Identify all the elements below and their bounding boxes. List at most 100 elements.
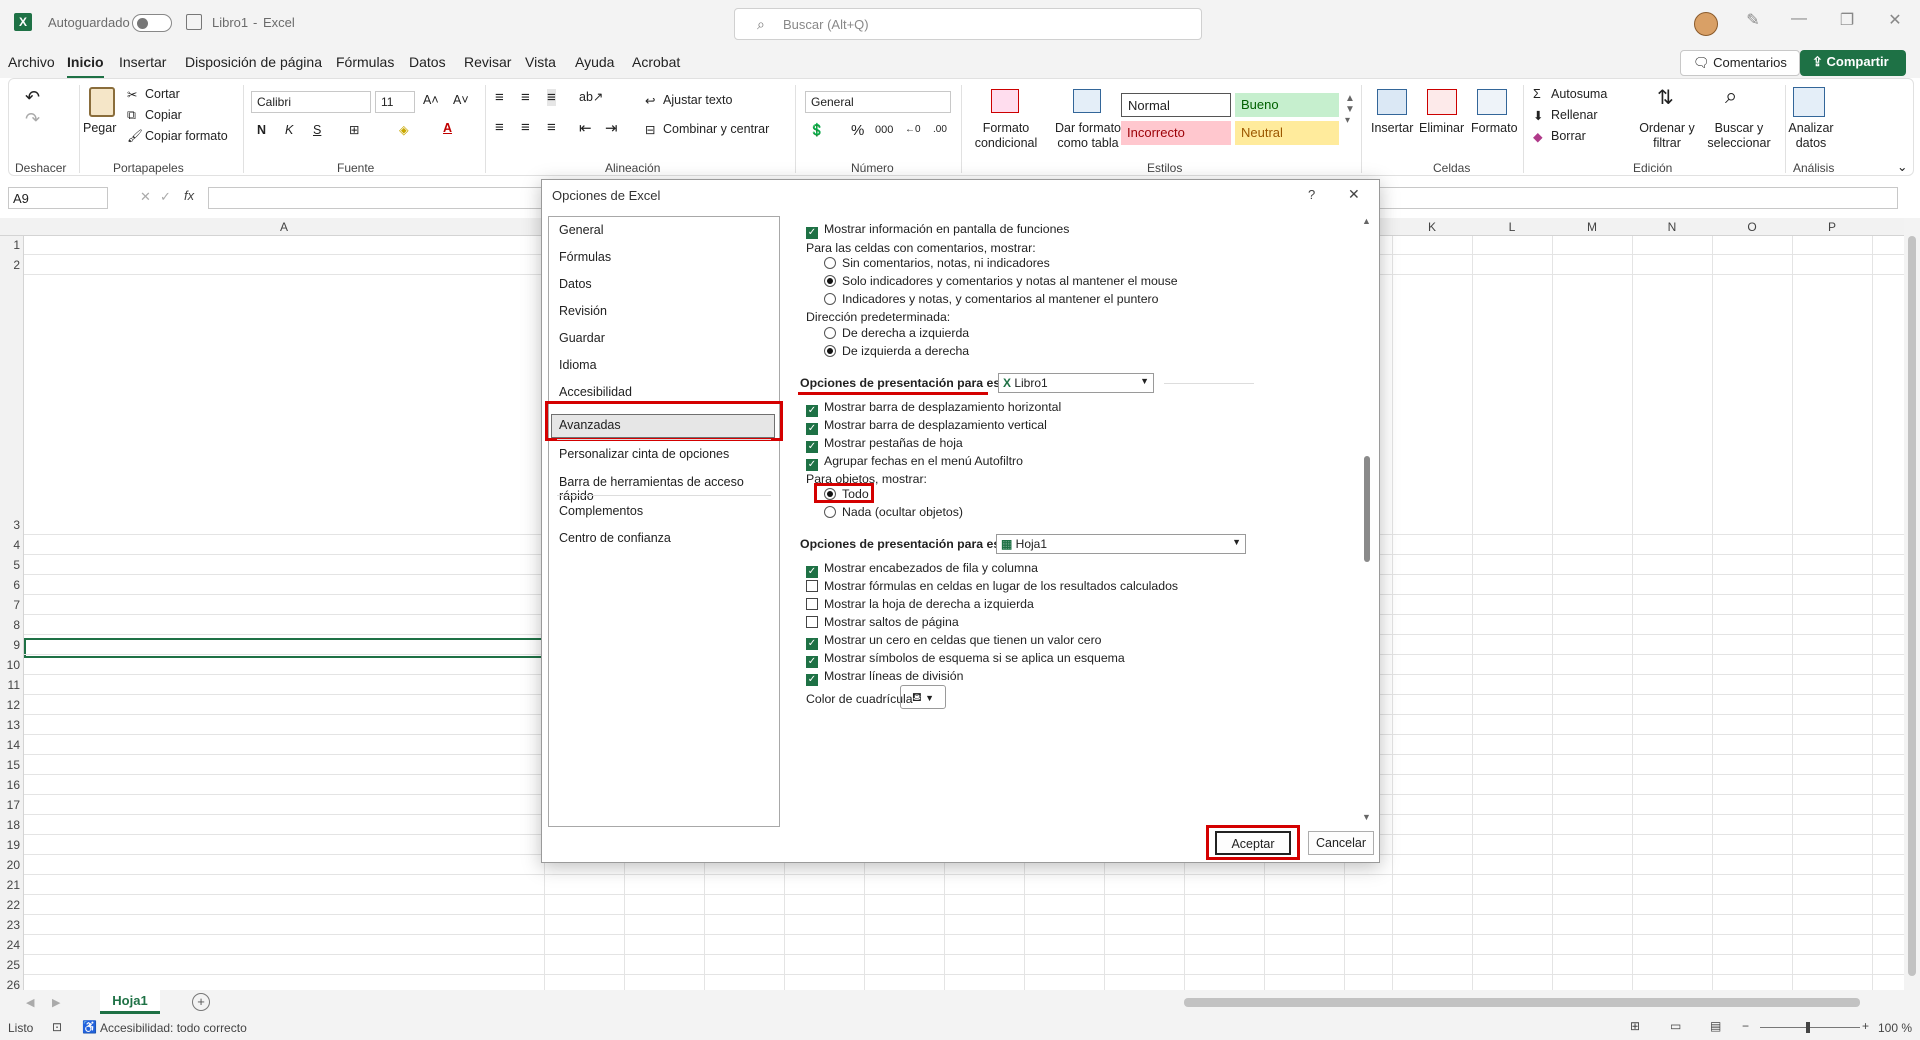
radio-comments-indicators[interactable]: Solo indicadores y comentarios y notas a… [824,274,1178,288]
tab-vista[interactable]: Vista [525,54,556,70]
row-header[interactable]: 14 [0,738,20,752]
options-scrollbar[interactable]: ▲ ▼ [1360,216,1374,827]
align-middle-icon[interactable]: ≡ [521,89,530,106]
wrap-text-button[interactable]: Ajustar texto [663,93,732,107]
scroll-up-icon[interactable]: ▲ [1362,216,1371,226]
find-icon[interactable]: ⌕ [1725,83,1737,109]
analyze-line2[interactable]: datos [1787,136,1835,150]
fx-icon[interactable]: fx [184,188,194,203]
autosum-button[interactable]: Autosuma [1551,87,1607,101]
scroll-down-icon[interactable]: ▼ [1362,812,1371,822]
page-layout-icon[interactable]: ▭ [1670,1019,1681,1033]
row-header[interactable]: 23 [0,918,20,932]
grow-font-icon[interactable]: A˄ [423,93,439,107]
name-box[interactable]: A9 [8,187,108,209]
zoom-slider[interactable] [1760,1022,1860,1033]
row-header[interactable]: 11 [0,678,20,692]
styles-scroll-icon[interactable]: ▲ ▼ ▾ [1345,93,1355,126]
format-painter-button[interactable]: Copiar formato [145,129,228,143]
conditional-format-icon[interactable] [991,89,1019,113]
accessibility-status[interactable]: Accesibilidad: todo correcto [100,1021,247,1035]
nav-avanzadas[interactable]: Avanzadas [559,418,621,432]
cond-format-line1[interactable]: Formato [973,121,1039,135]
bold-button[interactable]: N [257,123,266,137]
decrease-indent-icon[interactable]: ⇤ [579,119,592,137]
scroll-thumb[interactable] [1908,236,1916,976]
row-header[interactable]: 15 [0,758,20,772]
ok-button[interactable]: Aceptar [1215,831,1291,855]
cancel-formula-icon[interactable]: ✕ [140,189,151,205]
sort-filter-icon[interactable]: ⇅ [1657,85,1674,110]
row-header[interactable]: 2 [0,258,20,272]
row-header[interactable]: 13 [0,718,20,732]
row-header[interactable]: 20 [0,858,20,872]
option-formulas[interactable]: Mostrar fórmulas en celdas en lugar de l… [806,579,1178,593]
row-header[interactable]: 8 [0,618,20,632]
restore-icon[interactable]: ❐ [1824,10,1870,30]
zoom-level[interactable]: 100 % [1878,1021,1912,1035]
nav-complementos[interactable]: Complementos [559,504,643,518]
increase-indent-icon[interactable]: ⇥ [605,119,618,137]
share-button[interactable]: ⇪ Compartir [1800,50,1906,76]
align-top-icon[interactable]: ≡ [495,89,504,106]
radio-dir-rtl[interactable]: De derecha a izquierda [824,326,969,340]
tab-inicio[interactable]: Inicio [67,54,104,79]
orientation-icon[interactable]: ab↗ [579,89,603,104]
row-header[interactable]: 21 [0,878,20,892]
row-header[interactable]: 1 [0,238,20,252]
option-hscroll[interactable]: ✓ Mostrar barra de desplazamiento horizon… [806,400,1061,417]
sort-line1[interactable]: Ordenar y [1637,121,1697,135]
find-line1[interactable]: Buscar y [1701,121,1777,135]
row-header[interactable]: 10 [0,658,20,672]
option-zero[interactable]: ✓ Mostrar un cero en celdas que tienen un… [806,633,1102,650]
option-page-breaks[interactable]: Mostrar saltos de página [806,615,959,629]
collapse-ribbon-icon[interactable]: ⌄ [1897,159,1907,174]
font-size-select[interactable]: 11 [375,91,415,113]
close-window-icon[interactable]: ✕ [1872,10,1918,30]
format-cells-icon[interactable] [1477,89,1507,115]
avatar[interactable] [1694,12,1718,36]
radio-objects-all[interactable]: Todo [824,487,869,501]
row-header[interactable]: 12 [0,698,20,712]
radio-dir-ltr[interactable]: De izquierda a derecha [824,344,969,358]
row-header[interactable]: 25 [0,958,20,972]
row-header[interactable]: 5 [0,558,20,572]
column-header[interactable]: P [1792,220,1872,234]
confirm-formula-icon[interactable]: ✓ [160,189,171,205]
format-table-line1[interactable]: Dar formato [1049,121,1127,135]
align-bottom-icon[interactable]: ≡ [547,89,556,106]
add-sheet-button[interactable]: + [192,993,210,1011]
align-right-icon[interactable]: ≡ [547,119,556,136]
column-header[interactable]: K [1392,220,1472,234]
search-box[interactable]: ⌕ Buscar (Alt+Q) [734,8,1202,40]
tab-archivo[interactable]: Archivo [8,54,55,70]
save-icon[interactable] [186,14,202,30]
zoom-slider-thumb[interactable] [1806,1022,1810,1033]
copy-button[interactable]: Copiar [145,108,182,122]
row-header[interactable]: 7 [0,598,20,612]
option-outline[interactable]: ✓ Mostrar símbolos de esquema si se aplic… [806,651,1125,668]
nav-barra-acceso-rapido[interactable]: Barra de herramientas de acceso rápido [559,475,779,503]
align-left-icon[interactable]: ≡ [495,119,504,136]
font-color-icon[interactable]: A [443,121,452,135]
style-normal[interactable]: Normal [1121,93,1231,117]
option-sheet-tabs[interactable]: ✓ Mostrar pestañas de hoja [806,436,963,453]
radio-comments-all[interactable]: Indicadores y notas, y comentarios al ma… [824,292,1158,306]
analyze-line1[interactable]: Analizar [1787,121,1835,135]
cut-button[interactable]: Cortar [145,87,180,101]
borders-icon[interactable]: ⊞ [349,122,359,137]
row-header[interactable]: 22 [0,898,20,912]
page-break-view-icon[interactable]: ▤ [1710,1019,1721,1033]
option-rtl-sheet[interactable]: Mostrar la hoja de derecha a izquierda [806,597,1034,611]
clear-button[interactable]: Borrar [1551,129,1586,143]
delete-cells-button[interactable]: Eliminar [1419,121,1464,135]
row-header[interactable]: 6 [0,578,20,592]
pen-icon[interactable]: ✎ [1730,10,1776,30]
row-header[interactable]: 24 [0,938,20,952]
scroll-thumb[interactable] [1364,456,1370,562]
autosave-toggle[interactable] [132,14,172,32]
tab-revisar[interactable]: Revisar [464,54,511,70]
tab-insertar[interactable]: Insertar [119,54,166,70]
align-center-icon[interactable]: ≡ [521,119,530,136]
row-header[interactable]: 3 [0,518,20,532]
